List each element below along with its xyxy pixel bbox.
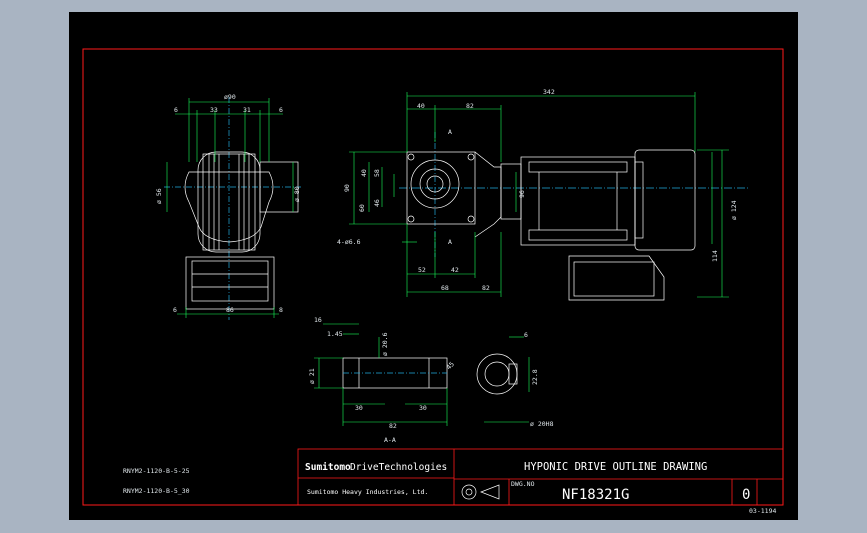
dim-h-90: 90 — [343, 184, 351, 192]
revision: 0 — [742, 487, 750, 503]
brand-light: DriveTechnologies — [350, 462, 447, 473]
dim-shaft-16: 16 — [314, 316, 322, 324]
cad-drawing: ø90 6 33 31 6 ø 56 ø 80 6 86 8 342 40 82… — [82, 48, 784, 515]
dim-top-right-off: 6 — [279, 106, 283, 114]
dim-right-dia: ø 80 — [293, 186, 301, 202]
dim-h-46: 46 — [373, 199, 381, 207]
parent-company: Sumitomo Heavy Industries, Ltd. — [307, 488, 428, 496]
dwg-no-label: DWG.NO — [511, 480, 535, 488]
section-marker-top: A — [448, 128, 452, 136]
dim-b-42: 42 — [451, 266, 459, 274]
hole-note: 4-ø6.6 — [337, 238, 361, 246]
dim-shaft-30b: 30 — [419, 404, 427, 412]
dim-b-52: 52 — [418, 266, 426, 274]
dim-len-82: 82 — [466, 102, 474, 110]
drawing-canvas: ø90 6 33 31 6 ø 56 ø 80 6 86 8 342 40 82… — [69, 12, 798, 520]
dim-h-40: 40 — [360, 169, 368, 177]
shaft-detail — [342, 353, 518, 395]
dim-shaft-82: 82 — [389, 422, 397, 430]
dim-shaft-dia-t: ø 20.6 — [381, 332, 389, 356]
dim-shaft-30a: 30 — [355, 404, 363, 412]
note-1: RNYM2-1120-B-5-25 — [123, 467, 190, 475]
front-view — [399, 132, 749, 301]
section-marker-bottom: A — [448, 238, 452, 246]
projection-symbol-icon — [461, 484, 500, 500]
dim-top-a: 33 — [210, 106, 218, 114]
dim-overall-len: 342 — [543, 88, 555, 96]
dim-key-6: 6 — [524, 331, 528, 339]
drawing-number: NF18321G — [562, 487, 629, 503]
dim-b-82: 82 — [482, 284, 490, 292]
drawing-border — [82, 48, 784, 506]
drawing-title: HYPONIC DRIVE OUTLINE DRAWING — [524, 461, 707, 473]
title-block — [297, 448, 784, 506]
dim-bottom-left: 6 — [173, 306, 177, 314]
dim-b-68: 68 — [441, 284, 449, 292]
dim-shaft-145: 1.45 — [327, 330, 343, 338]
note-2: RNYM2-1120-B-5_30 — [123, 487, 190, 495]
side-view — [164, 97, 301, 320]
dim-top-left-off: 6 — [174, 106, 178, 114]
dim-top-width: ø90 — [224, 93, 236, 101]
brand-bold: Sumitomo — [305, 462, 351, 473]
dim-bore-dia: ø 20H8 — [530, 420, 554, 428]
dim-h-58: 58 — [373, 169, 381, 177]
section-label: A-A — [384, 436, 396, 444]
dim-h-96: 96 — [518, 190, 526, 198]
dim-chamfer: 45 — [445, 360, 456, 371]
dim-top-b: 31 — [243, 106, 251, 114]
dim-len-40: 40 — [417, 102, 425, 110]
dim-motor-dia: ø 124 — [730, 200, 738, 220]
dim-h-60: 60 — [358, 204, 366, 212]
dim-left-dia: ø 56 — [155, 188, 163, 204]
dim-bottom-right: 8 — [279, 306, 283, 314]
dim-key-228: 22.8 — [531, 369, 539, 385]
dim-shaft-dia-l: ø 21 — [308, 368, 316, 384]
dim-bottom-mid: 86 — [226, 306, 234, 314]
sheet-code: 03-1194 — [749, 507, 776, 515]
dim-motor-h: 114 — [711, 250, 719, 262]
